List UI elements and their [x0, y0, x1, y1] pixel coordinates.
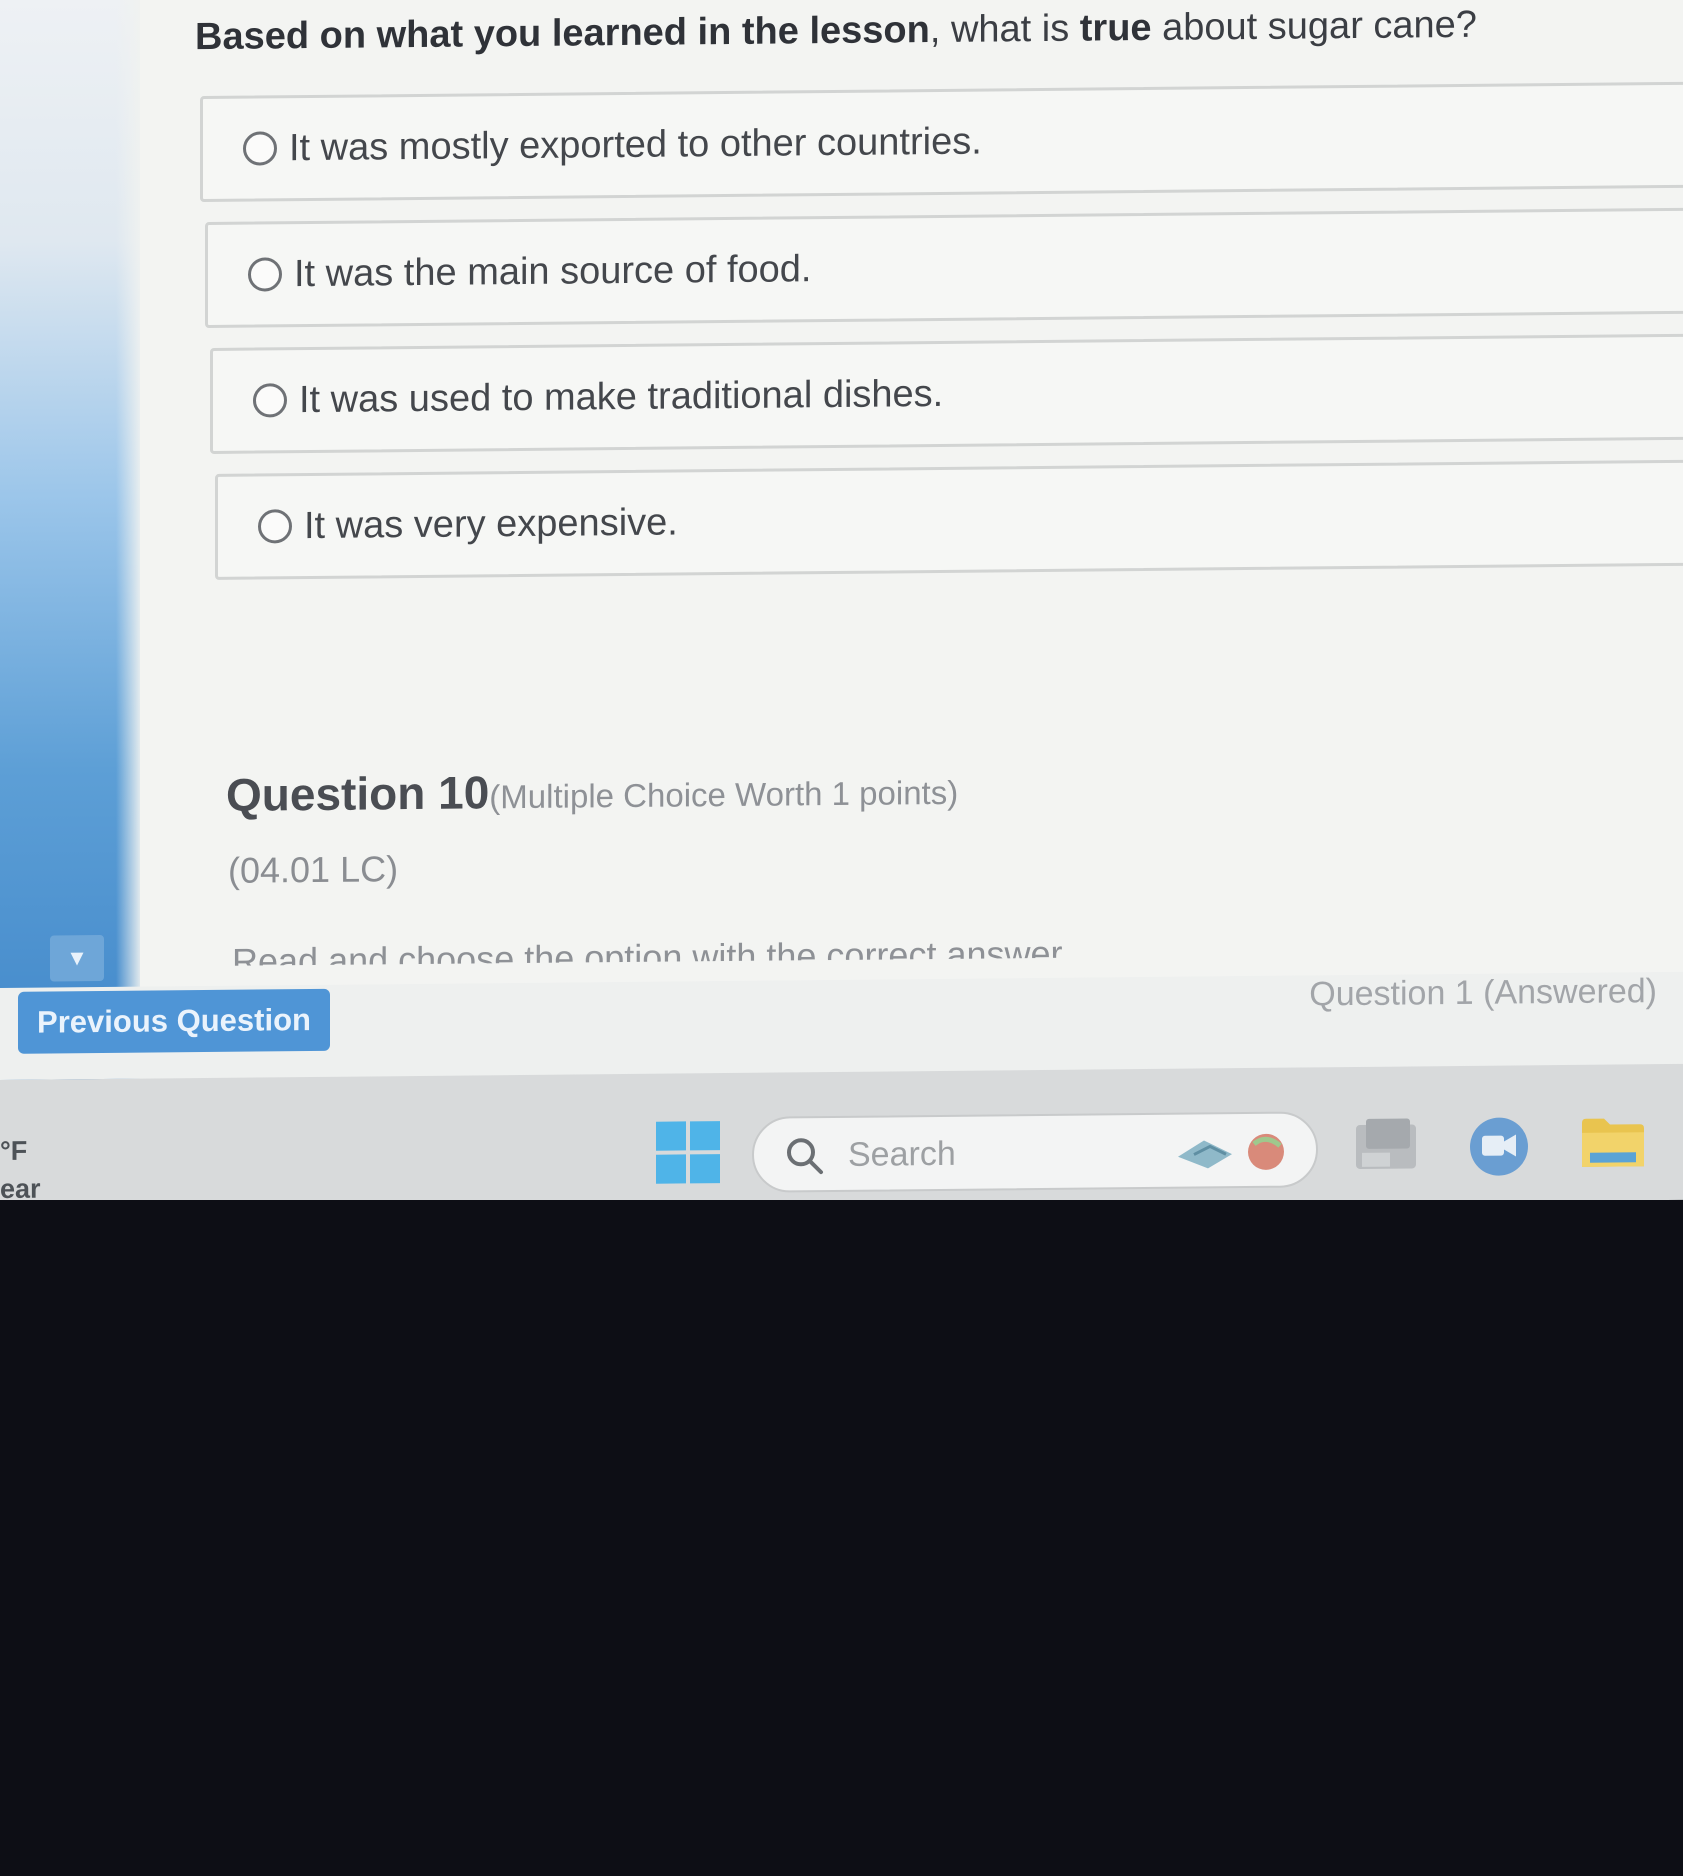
windows-logo-icon-pane: [656, 1154, 686, 1184]
weather-temperature: °F: [0, 1135, 28, 1166]
task-view-icon[interactable]: [1354, 1116, 1418, 1175]
windows-logo-icon-pane: [690, 1154, 720, 1184]
taskbar-search[interactable]: Search: [752, 1111, 1318, 1193]
monitor-bezel: [0, 1200, 1683, 1876]
answer-option-3[interactable]: It was used to make traditional dishes.: [210, 333, 1683, 454]
weather-widget[interactable]: °F ear: [0, 1132, 41, 1208]
answer-option-label: It was very expensive.: [304, 500, 678, 547]
lesson-code: (04.01 LC): [228, 848, 399, 891]
question-prompt-mid: , what is: [929, 7, 1080, 52]
browser-page: Based on what you learned in the lesson,…: [0, 0, 1683, 1100]
question-prompt-bold: Based on what you learned in the lesson: [195, 9, 930, 59]
windows-logo-icon-pane: [690, 1121, 720, 1151]
question-status-dropdown[interactable]: Question 1 (Answered): [1309, 972, 1657, 1014]
next-question-header: Question 10(Multiple Choice Worth 1 poin…: [226, 761, 958, 822]
answer-option-label: It was mostly exported to other countrie…: [289, 120, 982, 169]
chevron-down-icon: ▼: [66, 945, 88, 971]
meet-now-icon[interactable]: [1468, 1115, 1530, 1178]
search-icon: [787, 1138, 823, 1175]
answer-option-1[interactable]: It was mostly exported to other countrie…: [200, 81, 1683, 203]
question-worth: (Multiple Choice Worth 1 points): [489, 773, 959, 816]
radio-button[interactable]: [243, 131, 277, 166]
answer-option-label: It was used to make traditional dishes.: [299, 372, 944, 421]
question-number: Question 10: [226, 766, 490, 821]
question-prompt-end: about sugar cane?: [1151, 3, 1477, 49]
search-placeholder: Search: [848, 1134, 956, 1174]
collapse-button[interactable]: ▼: [50, 935, 104, 982]
search-highlight-icon: [1178, 1133, 1284, 1170]
answer-option-4[interactable]: It was very expensive.: [215, 459, 1683, 580]
windows-logo-icon: [656, 1121, 686, 1151]
windows-taskbar: °F ear Search: [0, 1063, 1683, 1216]
question-prompt-emphasis: true: [1079, 6, 1152, 50]
start-button[interactable]: [656, 1121, 720, 1184]
radio-button[interactable]: [258, 509, 292, 544]
file-explorer-icon[interactable]: [1580, 1114, 1646, 1171]
answer-option-2[interactable]: It was the main source of food.: [205, 207, 1683, 329]
answer-option-label: It was the main source of food.: [294, 247, 812, 295]
previous-question-button[interactable]: Previous Question: [18, 988, 330, 1054]
radio-button[interactable]: [253, 383, 287, 418]
radio-button[interactable]: [248, 257, 282, 292]
